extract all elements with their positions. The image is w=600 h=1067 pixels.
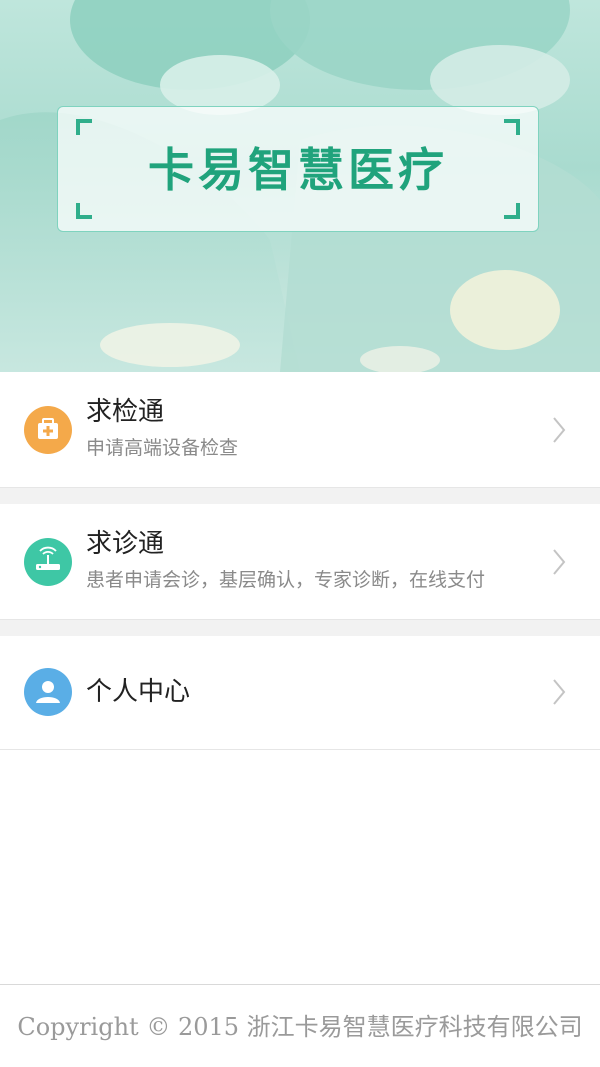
frame-corner [76,203,92,219]
menu-item-title: 个人中心 [86,677,191,707]
menu-item-subtitle: 患者申请会诊，基层确认，专家诊断，在线支付 [86,569,486,591]
logo-frame: 卡易智慧医疗 [57,106,539,232]
medical-kit-icon [24,406,72,454]
menu-item-qiujiantong[interactable]: 求检通 申请高端设备检查 [0,372,600,488]
chevron-right-icon [553,679,566,705]
menu-item-title: 求诊通 [86,529,165,559]
chevron-right-icon [553,417,566,443]
chevron-right-icon [553,549,566,575]
frame-corner [76,119,92,135]
section-separator [0,488,600,504]
menu-item-subtitle: 申请高端设备检查 [86,437,239,459]
frame-corner [504,119,520,135]
app-logo-text: 卡易智慧医疗 [148,143,448,197]
hero-banner: 卡易智慧医疗 [0,0,600,372]
user-icon [24,668,72,716]
frame-corner [504,203,520,219]
wireless-router-icon [24,538,72,586]
section-separator [0,620,600,636]
footer-divider [0,984,600,985]
menu-item-qiuzhentong[interactable]: 求诊通 患者申请会诊，基层确认，专家诊断，在线支付 [0,504,600,620]
menu-item-title: 求检通 [86,397,165,427]
copyright-text: Copyright © 2015 浙江卡易智慧医疗科技有限公司 [17,1013,583,1041]
menu-item-personal-center[interactable]: 个人中心 [0,636,600,750]
